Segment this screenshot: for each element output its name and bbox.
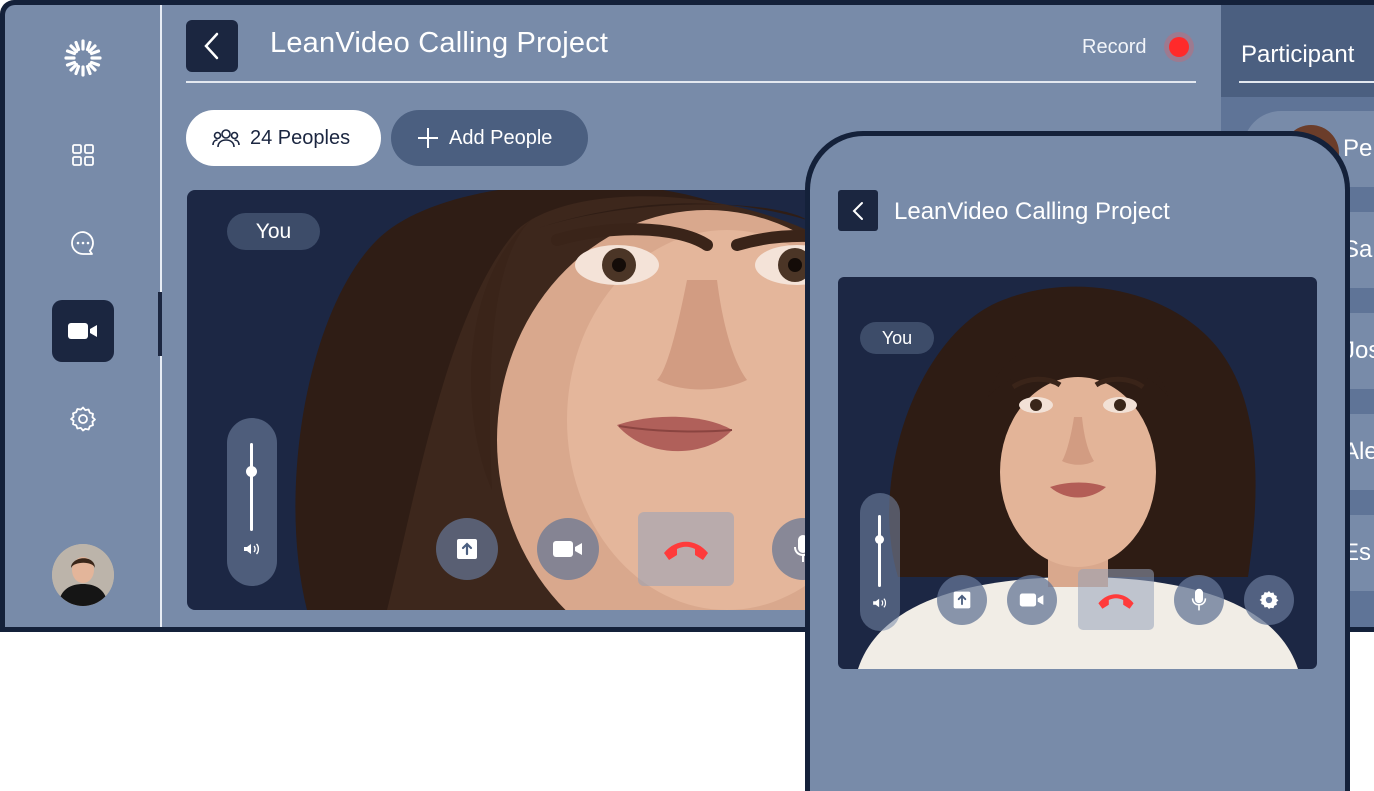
volume-track [878, 515, 881, 587]
participants-title: Participant [1241, 41, 1355, 68]
back-button[interactable] [186, 20, 238, 72]
camera-toggle-button[interactable] [537, 518, 599, 580]
phone-settings-button[interactable] [1244, 575, 1294, 625]
phone-share-screen-button[interactable] [937, 575, 987, 625]
people-group-icon [212, 129, 240, 148]
page-title: LeanVideo Calling Project [270, 27, 609, 59]
hang-up-phone-icon [1098, 593, 1134, 609]
plus-icon [418, 128, 438, 148]
phone-camera-toggle-button[interactable] [1007, 575, 1057, 625]
people-count-label: 24 Peoples [250, 126, 351, 149]
record-label: Record [1082, 36, 1147, 58]
dashboard-grid-icon[interactable] [52, 124, 114, 186]
volume-slider[interactable] [227, 418, 277, 586]
add-people-label: Add People [449, 126, 553, 149]
phone-self-badge: You [860, 322, 934, 354]
phone-end-call-button[interactable] [1078, 569, 1154, 630]
user-avatar[interactable] [52, 544, 114, 606]
participant-name: Pe [1343, 135, 1373, 162]
phone-frame: LeanVideo Calling Project You [805, 131, 1350, 791]
divider [1239, 81, 1374, 83]
phone-screen: LeanVideo Calling Project You [810, 136, 1345, 791]
record-button[interactable] [1169, 37, 1189, 57]
video-camera-icon[interactable] [52, 300, 114, 362]
speaker-icon [873, 598, 887, 608]
speaker-icon [244, 543, 260, 555]
hang-up-phone-icon [664, 541, 708, 560]
share-upload-icon [457, 539, 477, 559]
share-upload-icon [953, 591, 971, 609]
phone-microphone-button[interactable] [1174, 575, 1224, 625]
phone-volume-slider[interactable] [860, 493, 900, 631]
end-call-button[interactable] [638, 512, 734, 586]
video-camera-icon [1019, 593, 1044, 607]
main-video-feed: You [187, 190, 887, 610]
add-people-button[interactable]: Add People [391, 110, 588, 166]
phone-back-button[interactable] [838, 190, 878, 231]
share-screen-button[interactable] [436, 518, 498, 580]
volume-handle[interactable] [246, 466, 257, 477]
divider [186, 81, 1196, 83]
microphone-icon [1191, 588, 1207, 611]
settings-gear-icon[interactable] [52, 388, 114, 450]
sidebar [5, 5, 162, 627]
phone-video-feed: You [838, 277, 1317, 669]
volume-track [250, 443, 253, 531]
phone-page-title: LeanVideo Calling Project [894, 198, 1170, 225]
chat-bubble-icon[interactable] [52, 212, 114, 274]
self-badge: You [227, 213, 320, 250]
video-camera-icon [553, 541, 582, 557]
people-count-button[interactable]: 24 Peoples [186, 110, 381, 166]
settings-gear-icon [1259, 590, 1279, 610]
logo-sunburst-icon [52, 27, 114, 89]
volume-handle[interactable] [875, 535, 884, 544]
